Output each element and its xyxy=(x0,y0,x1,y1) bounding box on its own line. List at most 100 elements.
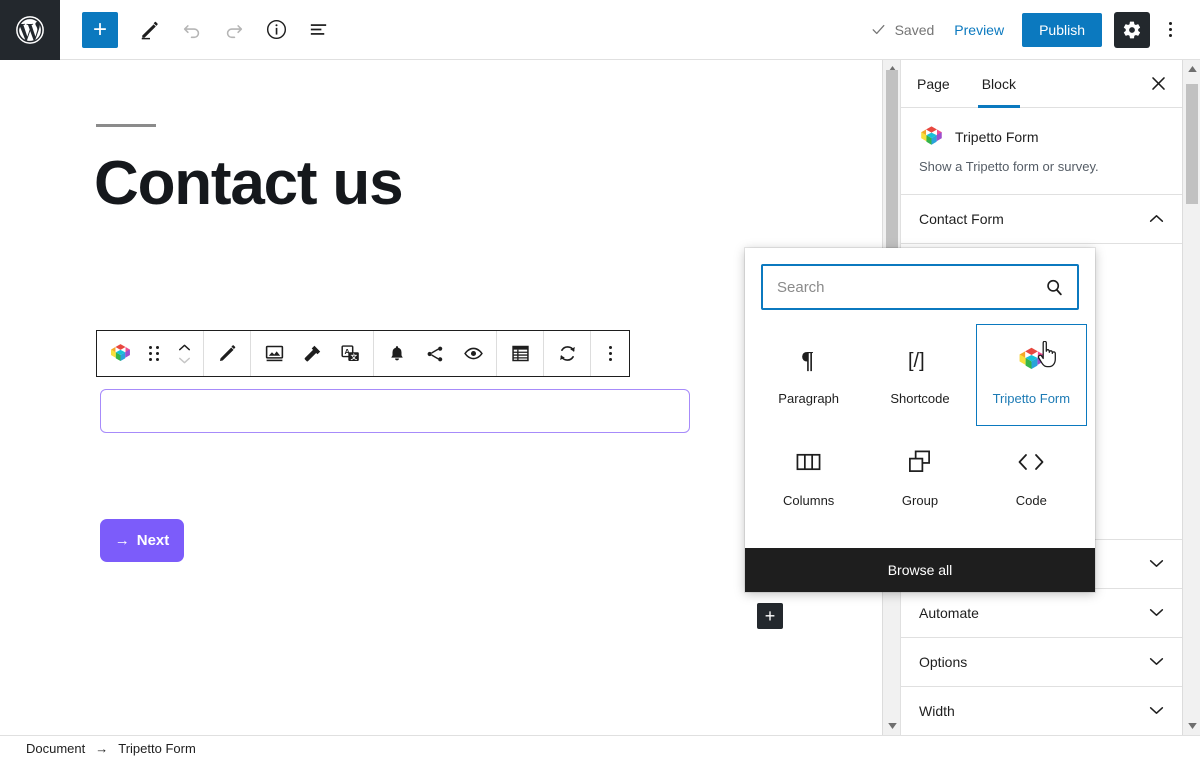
add-block-button[interactable]: + xyxy=(82,11,118,48)
preview-link[interactable]: Preview xyxy=(954,22,1004,38)
block-presentation-button[interactable] xyxy=(255,331,293,376)
table-icon xyxy=(511,345,529,362)
svg-text:[/]: [/] xyxy=(908,350,925,372)
search-icon xyxy=(1045,278,1077,297)
inserter-block-label: Code xyxy=(1015,492,1047,508)
svg-text:¶: ¶ xyxy=(801,348,814,373)
close-sidebar-button[interactable] xyxy=(1134,60,1182,107)
pencil-icon xyxy=(219,345,235,362)
sidebar-panel-width[interactable]: Width xyxy=(901,687,1182,735)
block-notifications-button[interactable] xyxy=(378,331,416,376)
more-options-button[interactable] xyxy=(1154,12,1186,48)
block-toolbar-group-content: A 文 xyxy=(251,331,374,376)
saved-label: Saved xyxy=(894,21,935,38)
block-translate-button[interactable]: A 文 xyxy=(331,331,369,376)
sidebar-panel-label: Options xyxy=(919,654,968,671)
group-icon xyxy=(907,447,932,477)
sidebar-scrollbar[interactable] xyxy=(1182,60,1200,735)
page-title: Contact us xyxy=(94,149,404,218)
tripetto-logo-icon xyxy=(1017,345,1046,375)
breadcrumb-document[interactable]: Document xyxy=(26,741,85,756)
tab-block[interactable]: Block xyxy=(966,60,1032,108)
block-toolbar-group-more xyxy=(591,331,629,376)
redo-button[interactable] xyxy=(216,12,252,48)
top-toolbar-right-group: Saved Preview Publish xyxy=(870,11,1200,48)
hammer-icon xyxy=(304,345,320,362)
canvas-scrollbar-thumb[interactable] xyxy=(886,70,898,248)
plus-icon: + xyxy=(92,15,107,43)
block-refresh-button[interactable] xyxy=(548,331,586,376)
kebab-menu-icon xyxy=(1168,22,1172,37)
close-icon xyxy=(1151,77,1165,90)
inserter-block-paragraph[interactable]: ¶ Paragraph xyxy=(753,324,864,426)
sidebar-scrollbar-thumb[interactable] xyxy=(1186,84,1198,204)
tripetto-logo-icon xyxy=(110,344,130,362)
form-next-label: Next xyxy=(136,532,170,549)
sidebar-panel-automate[interactable]: Automate xyxy=(901,589,1182,639)
inserter-block-tripetto-form[interactable]: Tripetto Form xyxy=(975,324,1087,426)
scroll-down-arrow-icon[interactable] xyxy=(1183,717,1200,735)
search-input[interactable] xyxy=(763,278,1045,296)
block-preview-button[interactable] xyxy=(454,331,492,376)
settings-button[interactable] xyxy=(1114,11,1150,48)
columns-icon xyxy=(796,447,821,477)
sidebar-panel-options[interactable]: Options xyxy=(901,638,1182,688)
breadcrumb-block[interactable]: Tripetto Form xyxy=(118,741,196,756)
info-circle-icon xyxy=(266,19,286,40)
chevron-up-icon xyxy=(1149,210,1164,228)
list-view-icon xyxy=(310,24,326,35)
canvas-add-block-button[interactable]: + xyxy=(757,603,783,629)
redo-arrow-icon xyxy=(226,24,243,38)
block-more-options-button[interactable] xyxy=(595,331,625,376)
search-field-wrapper[interactable] xyxy=(761,264,1079,310)
inserter-block-shortcode[interactable]: [/] Shortcode xyxy=(864,324,975,426)
undo-button[interactable] xyxy=(174,12,210,48)
title-divider xyxy=(96,124,156,127)
details-button[interactable] xyxy=(258,12,294,48)
block-results-button[interactable] xyxy=(501,331,539,376)
plus-icon: + xyxy=(764,606,776,626)
chevron-down-icon xyxy=(1149,555,1164,573)
block-type-button[interactable] xyxy=(101,331,139,376)
refresh-icon xyxy=(559,346,575,361)
wordpress-logo-icon[interactable] xyxy=(0,0,60,60)
checkmark-icon xyxy=(872,24,885,35)
top-toolbar-left-group: + xyxy=(60,11,336,48)
inserter-block-columns[interactable]: Columns xyxy=(753,426,864,528)
inserter-block-label: Columns xyxy=(783,492,835,508)
chevron-down-icon xyxy=(1149,604,1164,622)
block-info-title: Tripetto Form xyxy=(955,128,1039,145)
top-toolbar: + Saved Preview Publish xyxy=(0,0,1200,60)
inserter-block-label: Shortcode xyxy=(890,390,950,406)
translate-icon: A 文 xyxy=(340,345,359,361)
inserter-block-group[interactable]: Group xyxy=(864,426,975,528)
scroll-down-arrow-icon[interactable] xyxy=(883,717,901,735)
browse-all-button[interactable]: Browse all xyxy=(745,548,1095,592)
inserter-block-code[interactable]: Code xyxy=(976,426,1087,528)
code-icon xyxy=(1016,447,1046,477)
tab-page[interactable]: Page xyxy=(901,60,966,107)
block-toolbar-group-edit xyxy=(204,331,251,376)
block-move-buttons[interactable] xyxy=(169,331,199,376)
block-drag-handle[interactable] xyxy=(139,331,169,376)
block-toolbar-group-block xyxy=(97,331,204,376)
breadcrumb-separator-icon: → xyxy=(95,740,109,756)
form-name-input[interactable] xyxy=(100,389,690,433)
list-view-button[interactable] xyxy=(300,12,336,48)
publish-button[interactable]: Publish xyxy=(1022,12,1102,47)
scroll-up-arrow-icon[interactable] xyxy=(1183,60,1200,78)
block-edit-button[interactable] xyxy=(208,331,246,376)
undo-arrow-icon xyxy=(183,24,200,38)
move-updown-icon xyxy=(178,344,191,364)
pencil-icon xyxy=(141,21,158,39)
sidebar-panel-contact-form[interactable]: Contact Form xyxy=(901,195,1182,245)
block-build-button[interactable] xyxy=(293,331,331,376)
form-next-button[interactable]: → Next xyxy=(100,519,184,562)
sidebar-panel-label: Width xyxy=(919,703,955,720)
edit-mode-button[interactable] xyxy=(132,12,168,48)
sidebar-panel-label: Contact Form xyxy=(919,211,1004,228)
block-toolbar-group-refresh xyxy=(544,331,591,376)
block-info-description: Show a Tripetto form or survey. xyxy=(919,159,1099,174)
block-share-button[interactable] xyxy=(416,331,454,376)
status-bar: Document → Tripetto Form xyxy=(0,735,1200,760)
